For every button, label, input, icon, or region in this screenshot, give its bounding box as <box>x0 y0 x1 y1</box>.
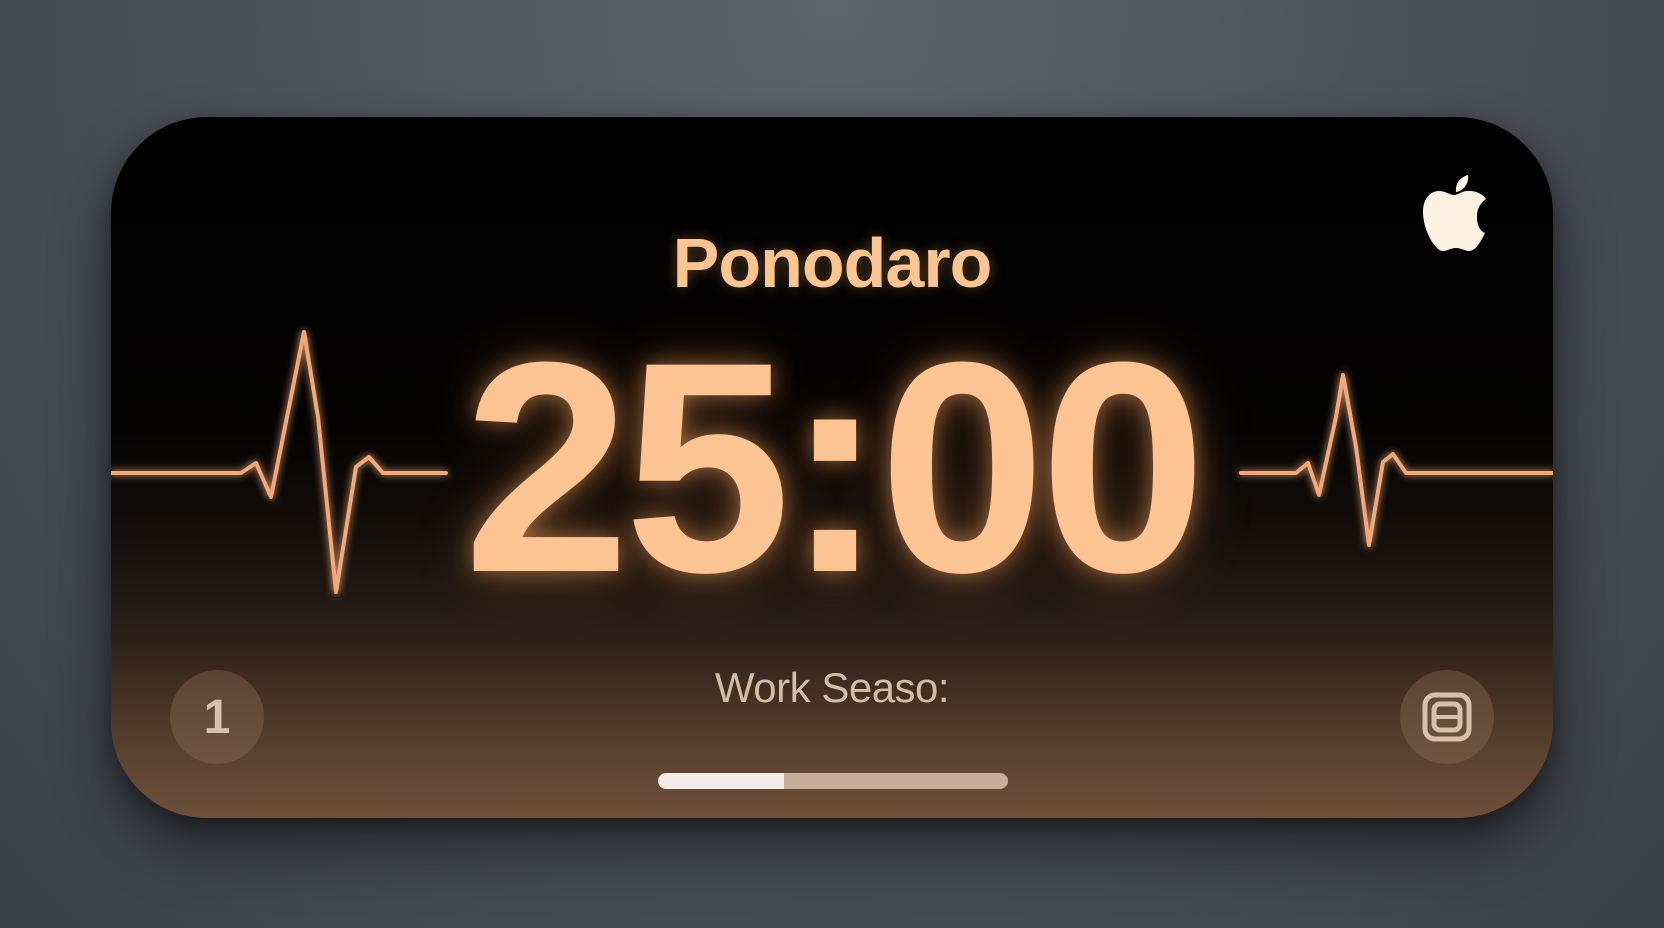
session-label: Work Seaso: <box>714 664 950 711</box>
countdown-timer: 25:00 <box>463 299 1206 635</box>
session-progress-bar[interactable] <box>658 773 1008 789</box>
progress-fill <box>658 773 784 789</box>
round-number: 1 <box>203 690 231 744</box>
app-title: Ponodaro <box>672 224 993 302</box>
layout-window-icon <box>1422 692 1472 742</box>
timer-card: Ponodaro 25:00 Work Seaso: 1 <box>111 117 1553 818</box>
layout-button[interactable] <box>1400 670 1494 764</box>
round-counter-button[interactable]: 1 <box>170 670 264 764</box>
